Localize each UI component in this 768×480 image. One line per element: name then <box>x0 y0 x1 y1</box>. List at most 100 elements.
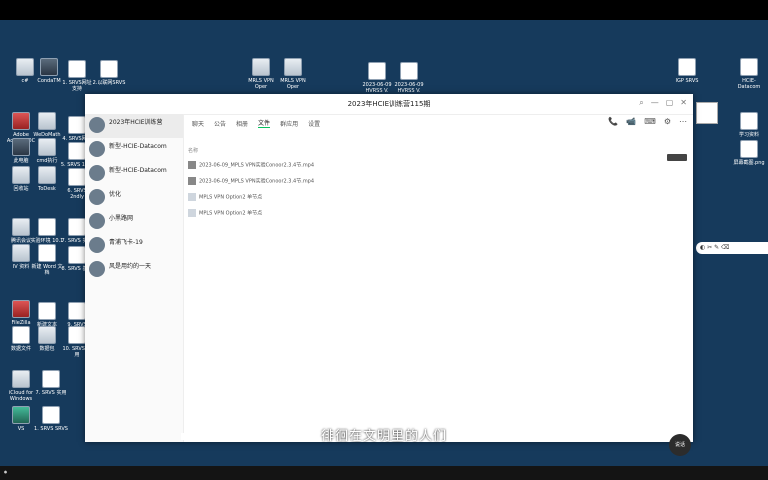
desktop-icon[interactable]: 7. SRVS 实用 <box>34 370 68 396</box>
file-icon <box>40 58 58 76</box>
file-name-cell: MPLS VPN Option2 单节点 <box>184 205 595 221</box>
desktop-icon-label: 新建 Word 文档 <box>31 264 63 276</box>
bottom-status-bar: ⏺ <box>0 466 768 480</box>
file-icon <box>12 370 30 388</box>
desktop-icon[interactable]: 实验环境 10.1 <box>30 218 64 244</box>
col-name[interactable]: 名称 <box>184 144 595 157</box>
file-action[interactable] <box>668 173 693 189</box>
chat-name: 小黑路网 <box>109 215 134 222</box>
desktop-icon-label: 1. SRVS网址支持 <box>62 80 92 92</box>
desktop-icon[interactable]: 2.以联网SRVS <box>92 60 126 86</box>
chat-item[interactable]: 2023年HCIE训练营 <box>85 114 183 138</box>
desktop-icon-label: MRLS VPN Oper <box>248 78 274 90</box>
desktop-icon[interactable]: HCIE-Datacom <box>732 58 766 90</box>
call-icon[interactable]: 📞 <box>608 117 618 126</box>
desktop-icon-label: MRLS VPN Oper <box>280 78 306 90</box>
desktop-icon[interactable]: 新建 Word 文档 <box>30 244 64 276</box>
desktop-icon-label: iCloud for Windows <box>8 390 34 402</box>
file-action[interactable] <box>668 205 693 221</box>
chat-item[interactable]: 青浦飞卡-19 <box>85 234 183 258</box>
table-row[interactable]: MPLS VPN Option2 单节点 <box>184 205 693 221</box>
notice-popup[interactable] <box>696 102 718 124</box>
file-from <box>644 157 669 173</box>
file-size <box>595 173 620 189</box>
file-date <box>619 189 644 205</box>
close-icon[interactable]: ✕ <box>680 98 687 108</box>
file-name: 2023-06-09_MPLS VPN实验Conoor2.3.4节.mp4 <box>199 162 315 169</box>
tab-0[interactable]: 聊天 <box>192 119 204 128</box>
desktop-icon[interactable]: iCloud for Windows <box>4 370 38 402</box>
desktop-icon[interactable]: 屏幕截图.png <box>732 140 766 166</box>
maximize-icon[interactable]: ▢ <box>666 98 674 108</box>
floating-toolbar[interactable]: ◐ ✂ ✎ ⌫ <box>696 242 768 254</box>
desktop-icon-label: ToDesk <box>38 186 56 192</box>
desktop-icon[interactable]: 1. SRVS网址支持 <box>60 60 94 92</box>
desktop-icon-label: IGP SRVS <box>675 78 699 84</box>
toolbar-icons: 📞 📹 ⌨ ⚙ ⋯ <box>608 117 687 126</box>
title-bar[interactable]: 2023年HCIE训练营115期 ⌕ — ▢ ✕ <box>85 94 693 115</box>
col-date[interactable] <box>619 144 644 157</box>
desktop-icon[interactable]: MRLS VPN Oper <box>244 58 278 90</box>
desktop-icon-label: 数据文件 <box>10 346 31 352</box>
desktop-icon-label: 2023-06-09 HVRSS V. <box>362 82 392 94</box>
desktop-icon[interactable]: 2023-06-09 HVRSS V. <box>360 62 394 94</box>
file-name: 2023-06-09_MPLS VPN实验Conoor2.3.4节.mp4 <box>199 178 315 185</box>
file-from <box>644 205 669 221</box>
desktop-icon[interactable]: WeDoMath <box>30 112 64 138</box>
file-icon <box>68 302 86 320</box>
keyboard-icon[interactable]: ⌨ <box>644 117 656 126</box>
desktop-icon-label: 6. SRVS 2ndly <box>67 188 87 200</box>
desktop-icon[interactable]: 新建文本 <box>30 302 64 328</box>
desktop-icon[interactable]: 数据包 <box>30 326 64 352</box>
file-icon <box>284 58 302 76</box>
col-from[interactable] <box>644 144 669 157</box>
more-icon[interactable]: ⋯ <box>679 117 687 126</box>
upload-button[interactable] <box>667 154 687 161</box>
file-from <box>644 189 669 205</box>
chat-name: 2023年HCIE训练营 <box>109 119 163 126</box>
minimize-icon[interactable]: — <box>651 98 659 108</box>
col-size[interactable] <box>595 144 620 157</box>
file-icon <box>38 244 56 262</box>
file-icon <box>12 166 30 184</box>
tab-4[interactable]: 群应用 <box>280 119 298 128</box>
chat-item[interactable]: 风是用约的一天 <box>85 258 183 282</box>
chat-name: 优化 <box>109 191 122 198</box>
tab-5[interactable]: 设置 <box>308 119 320 128</box>
chat-item[interactable]: 优化 <box>85 186 183 210</box>
video-icon[interactable]: 📹 <box>626 117 636 126</box>
table-row[interactable]: 2023-06-09_MPLS VPN实验Conoor2.3.4节.mp4 <box>184 173 693 189</box>
folder-icon <box>188 193 196 201</box>
desktop-icon[interactable]: cmd执行 <box>30 138 64 164</box>
file-icon <box>68 326 86 344</box>
file-icon <box>42 406 60 424</box>
desktop-icon[interactable]: IGP SRVS <box>670 58 704 84</box>
pin-icon[interactable]: ⌕ <box>639 98 643 108</box>
desktop-icon-label: cmd执行 <box>36 158 58 164</box>
file-icon <box>38 302 56 320</box>
desktop-icon[interactable]: 学习资料 <box>732 112 766 138</box>
tab-2[interactable]: 相册 <box>236 119 248 128</box>
chat-name: 风是用约的一天 <box>109 263 152 270</box>
settings-icon[interactable]: ⚙ <box>664 117 671 126</box>
chat-item[interactable]: 新型-HCIE-Datacom <box>85 162 183 186</box>
desktop-icon[interactable]: ToDesk <box>30 166 64 192</box>
desktop-icon[interactable]: 2023-06-09 HVRSS V. <box>392 62 426 94</box>
table-row[interactable]: 2023-06-09_MPLS VPN实验Conoor2.3.4节.mp4 <box>184 157 693 173</box>
table-row[interactable]: MPLS VPN Option2 单节点 <box>184 189 693 205</box>
file-size <box>595 157 620 173</box>
tab-1[interactable]: 公告 <box>214 119 226 128</box>
file-icon <box>12 326 30 344</box>
chat-sidebar: 2023年HCIE训练营新型-HCIE-Datacom 新型-HCIE-Datac… <box>85 114 184 442</box>
chat-item[interactable]: 新型-HCIE-Datacom <box>85 138 183 162</box>
desktop-icon[interactable]: MRLS VPN Oper <box>276 58 310 90</box>
chat-item[interactable]: 小黑路网 <box>85 210 183 234</box>
file-icon <box>740 140 758 158</box>
file-toolbar <box>184 132 693 161</box>
tab-3[interactable]: 文件 <box>258 118 271 128</box>
desktop-icon-label: CondaTM <box>37 78 61 84</box>
file-action[interactable] <box>668 189 693 205</box>
file-icon <box>12 218 30 236</box>
file-from <box>644 173 669 189</box>
file-name-cell: 2023-06-09_MPLS VPN实验Conoor2.3.4节.mp4 <box>184 157 595 173</box>
